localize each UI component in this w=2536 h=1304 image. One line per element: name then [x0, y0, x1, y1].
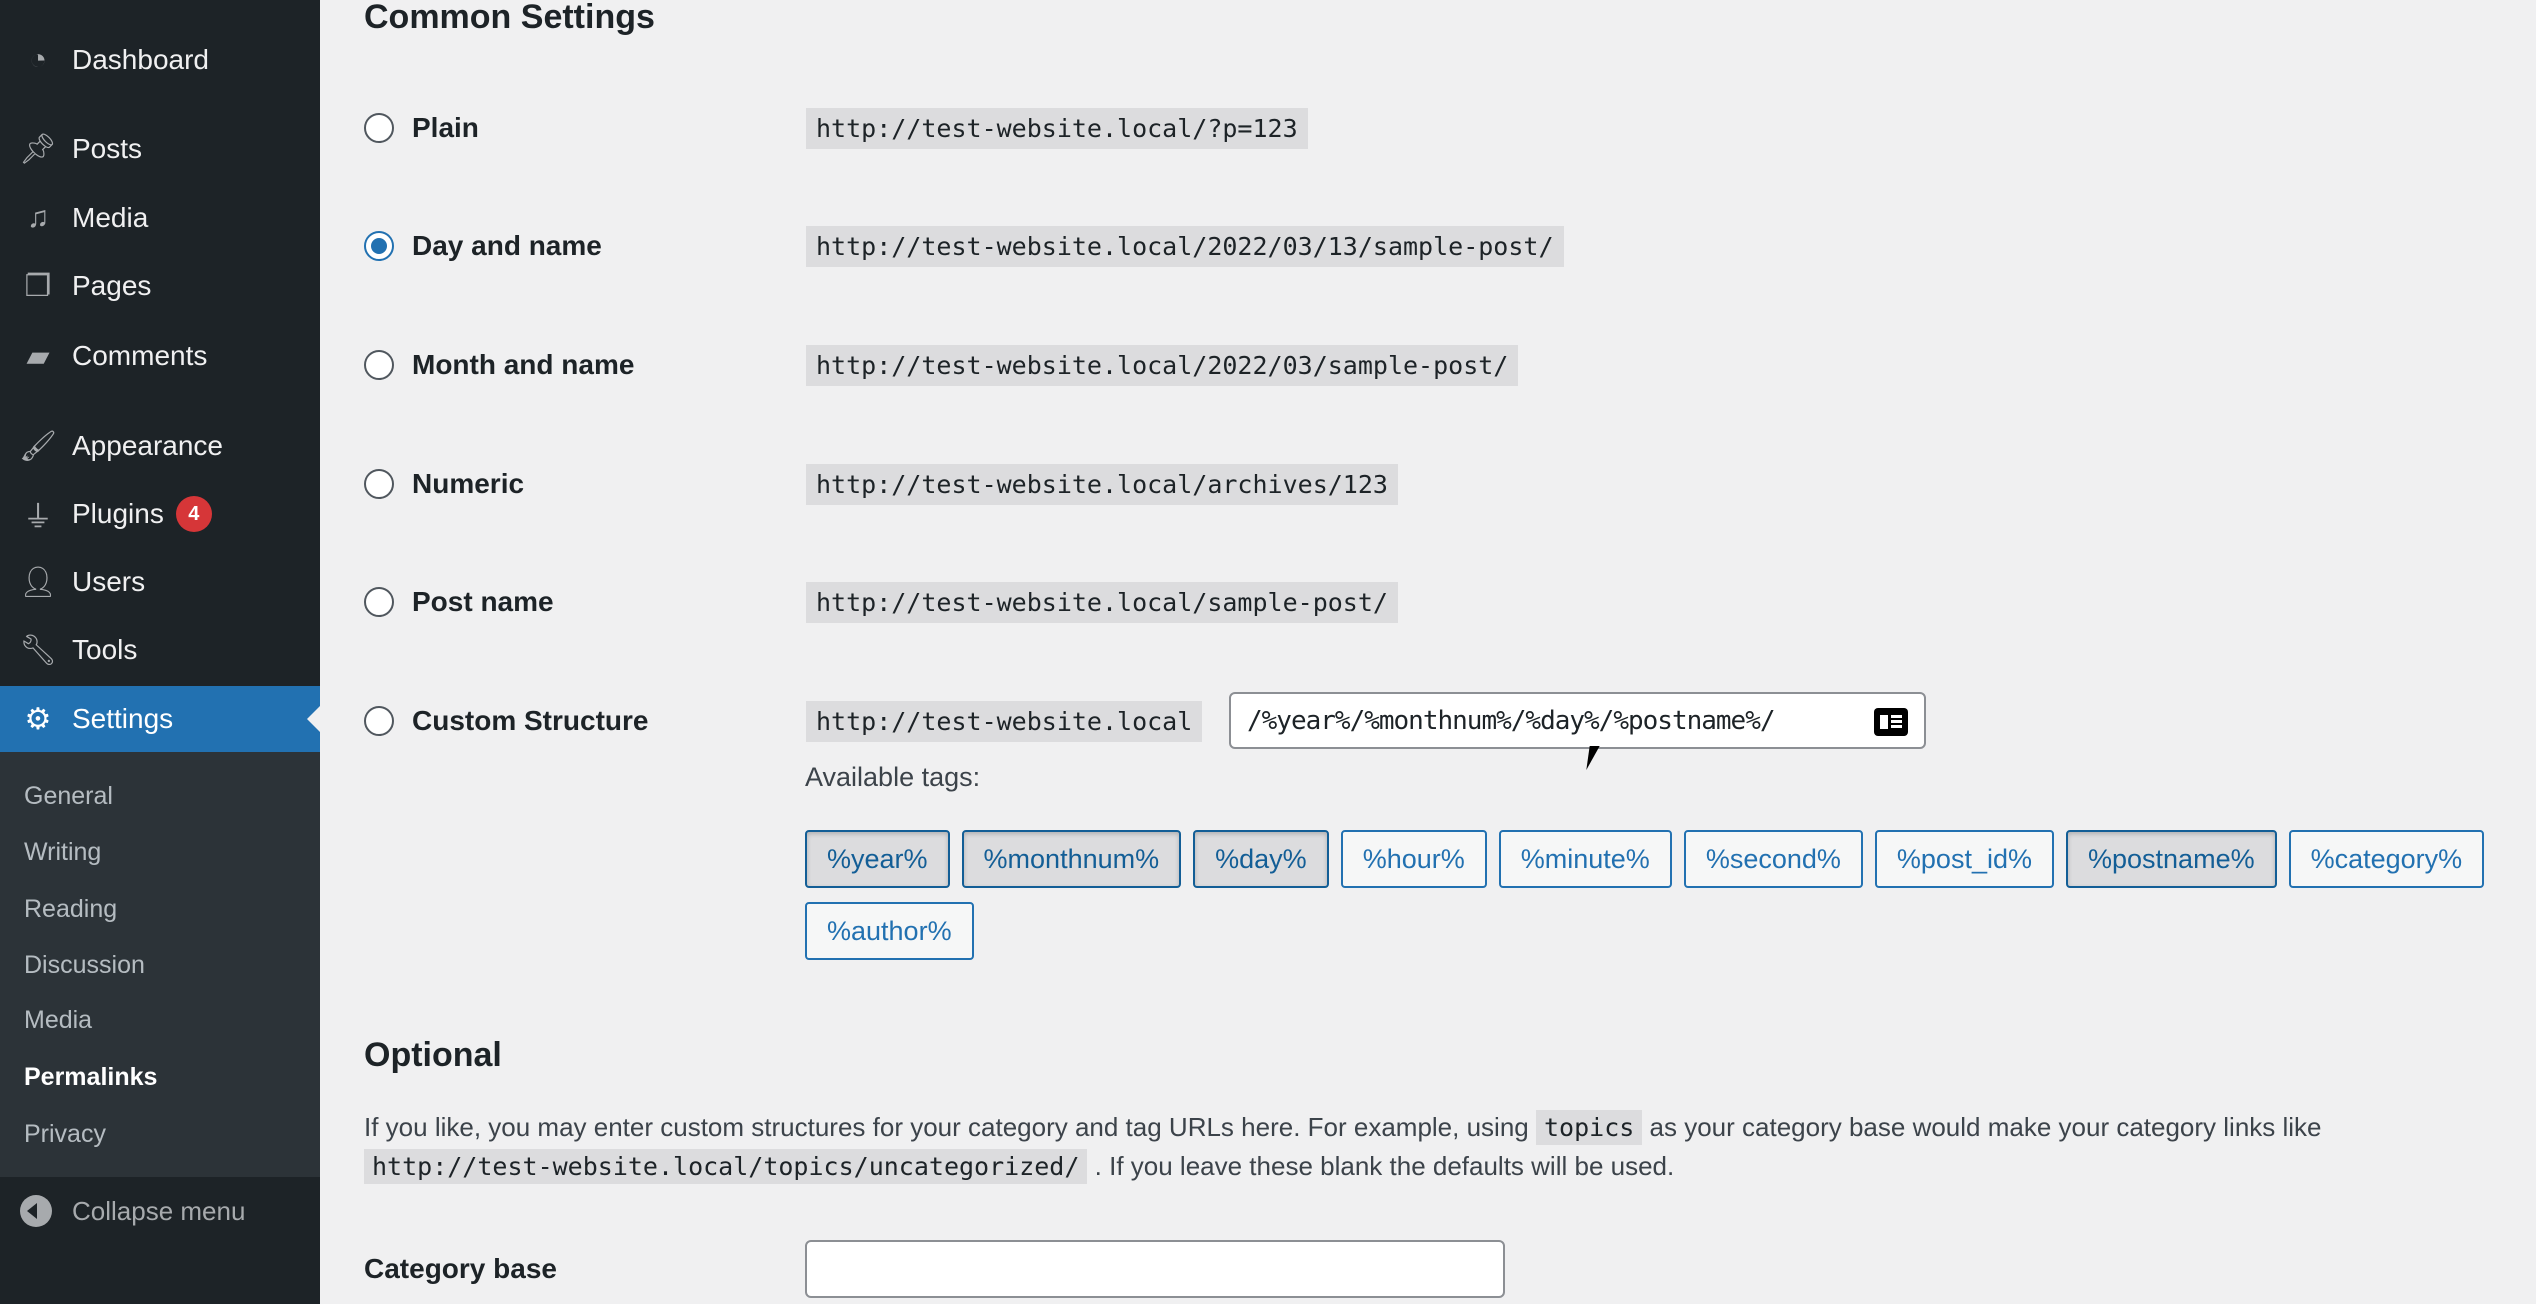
option-label: Day and name — [412, 230, 602, 261]
brush-icon: 🖌︎ — [18, 429, 58, 463]
menu-label: Posts — [72, 133, 143, 164]
menu-users[interactable]: 👤︎ Users — [0, 552, 320, 612]
submenu-general[interactable]: General — [24, 782, 113, 811]
menu-label: Dashboard — [72, 44, 209, 75]
tag-year[interactable]: %year% — [805, 830, 950, 888]
comment-icon: ▰ — [26, 339, 50, 373]
radio-post-name[interactable] — [364, 587, 394, 617]
option-label: Month and name — [412, 349, 635, 380]
radio-month-and-name[interactable] — [364, 350, 394, 380]
option-post-name: Post name http://test-website.local/sampl… — [364, 581, 1398, 623]
custom-structure-input[interactable]: /%year%/%monthnum%/%day%/%postname%/ — [1229, 692, 1926, 749]
menu-label: Settings — [72, 703, 174, 734]
menu-label: Plugins — [72, 498, 164, 529]
tag-minute[interactable]: %minute% — [1498, 830, 1672, 888]
option-label: Post name — [412, 586, 554, 617]
available-tags-label: Available tags: — [805, 762, 981, 792]
admin-sidebar: ◔ Dashboard 📌︎ Posts ♫ Media ❐ Pages ▰ Commen… — [0, 0, 320, 1304]
common-settings-heading: Common Settings — [364, 0, 655, 36]
option-custom-structure: Custom Structure http://test-website.loca… — [364, 700, 1203, 742]
menu-tools[interactable]: 🔧︎ Tools — [0, 620, 320, 680]
tag-hour[interactable]: %hour% — [1340, 830, 1487, 888]
menu-plugins[interactable]: ⏚ Plugins 4 — [0, 484, 320, 544]
plugin-icon: ⏚ — [23, 501, 53, 534]
settings-submenu: General Writing Reading Discussion Media… — [0, 752, 320, 1177]
mouse-cursor-icon — [1586, 746, 1600, 770]
custom-structure-value: /%year%/%monthnum%/%day%/%postname%/ — [1247, 705, 1776, 736]
collapse-arrow-icon — [20, 1195, 52, 1227]
menu-settings[interactable]: ⚙︎ Settings — [0, 686, 320, 752]
menu-appearance[interactable]: 🖌︎ Appearance — [0, 416, 320, 476]
url-example: http://test-website.local/archives/123 — [806, 463, 1398, 505]
submenu-writing[interactable]: Writing — [24, 838, 101, 867]
url-example: http://test-website.local/?p=123 — [806, 107, 1308, 149]
radio-custom-structure[interactable] — [364, 706, 394, 736]
option-numeric: Numeric http://test-website.local/archive… — [364, 463, 1398, 505]
desc-text: as your category base would make your ca… — [1649, 1112, 2322, 1142]
available-tags: %year% %monthnum% %day% %hour% %minute% … — [805, 830, 2505, 960]
optional-description: If you like, you may enter custom struct… — [364, 1108, 2514, 1186]
settings-icon: ⚙︎ — [24, 702, 52, 736]
submenu-discussion[interactable]: Discussion — [24, 951, 145, 980]
category-base-label: Category base — [364, 1253, 557, 1284]
option-day-and-name: Day and name http://test-website.local/20… — [364, 225, 1564, 267]
radio-day-and-name[interactable] — [364, 231, 394, 261]
radio-plain[interactable] — [364, 113, 394, 143]
menu-label: Tools — [72, 634, 138, 665]
menu-label: Media — [72, 202, 149, 233]
menu-label: Pages — [72, 270, 152, 301]
pages-icon: ❐ — [24, 269, 52, 303]
submenu-privacy[interactable]: Privacy — [24, 1120, 106, 1149]
tag-author[interactable]: %author% — [805, 902, 974, 960]
desc-code: topics — [1535, 1110, 1643, 1145]
dashboard-icon: ◔ — [28, 43, 48, 76]
submenu-media[interactable]: Media — [24, 1006, 92, 1035]
menu-posts[interactable]: 📌︎ Posts — [0, 119, 320, 179]
autofill-card-icon[interactable] — [1874, 708, 1908, 736]
option-label: Numeric — [412, 468, 525, 499]
wrench-icon: 🔧︎ — [18, 633, 58, 667]
media-icon: ♫ — [26, 201, 50, 234]
collapse-menu-button[interactable]: Collapse menu — [0, 1190, 320, 1232]
menu-dashboard[interactable]: ◔ Dashboard — [0, 30, 320, 90]
tag-category[interactable]: %category% — [2288, 830, 2485, 888]
option-label: Custom Structure — [412, 705, 649, 736]
category-base-input[interactable] — [805, 1240, 1505, 1298]
desc-text: . If you leave these blank the defaults … — [1094, 1151, 1675, 1181]
update-count-badge: 4 — [175, 496, 212, 532]
tag-second[interactable]: %second% — [1683, 830, 1863, 888]
radio-numeric[interactable] — [364, 469, 394, 499]
tag-post-id[interactable]: %post_id% — [1874, 830, 2054, 888]
optional-heading: Optional — [364, 1036, 502, 1074]
user-icon: 👤︎ — [18, 565, 58, 599]
option-plain: Plain http://test-website.local/?p=123 — [364, 107, 1308, 149]
menu-pages[interactable]: ❐ Pages — [0, 256, 320, 316]
menu-media[interactable]: ♫ Media — [0, 188, 320, 248]
url-example: http://test-website.local/2022/03/13/sam… — [806, 225, 1564, 267]
tag-postname[interactable]: %postname% — [2066, 830, 2277, 888]
url-example: http://test-website.local/sample-post/ — [806, 581, 1398, 623]
submenu-reading[interactable]: Reading — [24, 895, 117, 924]
url-example: http://test-website.local/2022/03/sample… — [806, 344, 1519, 386]
url-base: http://test-website.local — [806, 700, 1203, 742]
tag-day[interactable]: %day% — [1193, 830, 1329, 888]
desc-text: If you like, you may enter custom struct… — [364, 1112, 1529, 1142]
menu-label: Users — [72, 566, 146, 597]
option-month-and-name: Month and name http://test-website.local/… — [364, 344, 1519, 386]
desc-code: http://test-website.local/topics/uncateg… — [364, 1149, 1088, 1184]
submenu-permalinks[interactable]: Permalinks — [24, 1063, 157, 1092]
menu-comments[interactable]: ▰ Comments — [0, 326, 320, 386]
option-label: Plain — [412, 112, 479, 143]
pin-icon: 📌︎ — [18, 132, 58, 166]
tag-monthnum[interactable]: %monthnum% — [961, 830, 1182, 888]
menu-label: Appearance — [72, 430, 224, 461]
collapse-label: Collapse menu — [72, 1195, 246, 1226]
menu-label: Comments — [72, 340, 208, 371]
